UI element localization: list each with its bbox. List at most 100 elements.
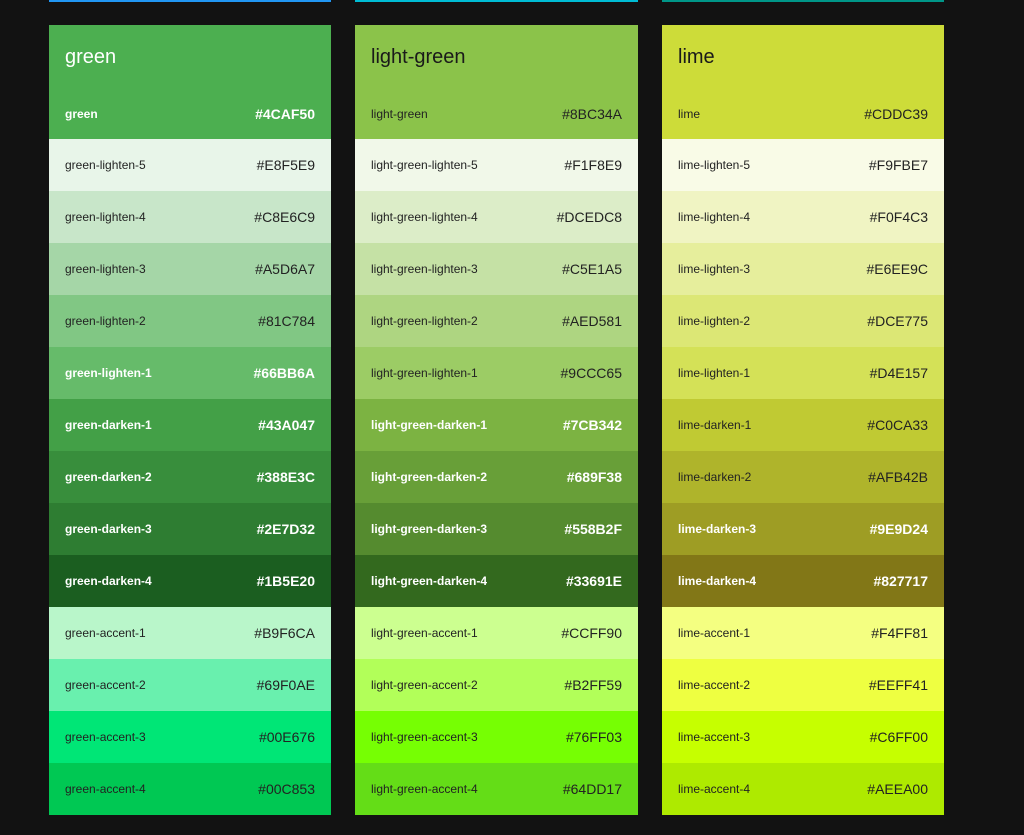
color-swatch-row[interactable]: green-accent-2 #69F0AE <box>49 659 331 711</box>
color-name: green-accent-2 <box>65 678 146 692</box>
color-name: green-darken-3 <box>65 522 152 536</box>
color-swatch-row[interactable]: green-lighten-2 #81C784 <box>49 295 331 347</box>
color-swatch-row[interactable]: light-green-accent-1 #CCFF90 <box>355 607 638 659</box>
color-swatch-row[interactable]: light-green #8BC34A <box>355 89 638 139</box>
color-name: lime-darken-4 <box>678 574 757 588</box>
color-name: light-green-lighten-1 <box>371 366 478 380</box>
color-swatch-row[interactable]: lime-darken-2 #AFB42B <box>662 451 944 503</box>
color-hex-value: #AFB42B <box>868 469 928 485</box>
color-swatch-row[interactable]: lime-accent-4 #AEEA00 <box>662 763 944 815</box>
color-hex-value: #DCEDC8 <box>556 209 622 225</box>
color-swatch-row[interactable]: lime #CDDC39 <box>662 89 944 139</box>
color-hex-value: #7CB342 <box>562 417 622 433</box>
color-swatch-row[interactable]: lime-accent-1 #F4FF81 <box>662 607 944 659</box>
color-hex-value: #81C784 <box>258 313 315 329</box>
color-swatch-row[interactable]: green-lighten-5 #E8F5E9 <box>49 139 331 191</box>
color-swatch-row[interactable]: light-green-lighten-3 #C5E1A5 <box>355 243 638 295</box>
color-hex-value: #689F38 <box>566 469 622 485</box>
color-name: green-darken-1 <box>65 418 152 432</box>
color-hex-value: #AEEA00 <box>867 781 928 797</box>
color-name: lime-lighten-4 <box>678 210 751 224</box>
color-swatch-row[interactable]: lime-lighten-4 #F0F4C3 <box>662 191 944 243</box>
color-hex-value: #C8E6C9 <box>254 209 315 225</box>
color-swatch-row[interactable]: green-darken-3 #2E7D32 <box>49 503 331 555</box>
color-hex-value: #C5E1A5 <box>562 261 622 277</box>
color-hex-value: #66BB6A <box>253 365 315 381</box>
color-name: light-green-accent-3 <box>371 730 478 744</box>
color-name: lime-lighten-5 <box>678 158 751 172</box>
color-hex-value: #9CCC65 <box>560 365 622 381</box>
color-hex-value: #F0F4C3 <box>869 209 928 225</box>
color-swatch-row[interactable]: green-darken-1 #43A047 <box>49 399 331 451</box>
color-name: green-darken-4 <box>65 574 152 588</box>
color-name: light-green-lighten-2 <box>371 314 478 328</box>
color-swatch-row[interactable]: lime-lighten-1 #D4E157 <box>662 347 944 399</box>
color-hex-value: #2E7D32 <box>256 521 315 537</box>
palette-title: light-green <box>355 25 638 89</box>
color-swatch-row[interactable]: light-green-darken-4 #33691E <box>355 555 638 607</box>
color-name: green-lighten-2 <box>65 314 146 328</box>
color-hex-value: #B2FF59 <box>564 677 622 693</box>
color-name: light-green-lighten-5 <box>371 158 478 172</box>
color-swatch-row[interactable]: green-accent-1 #B9F6CA <box>49 607 331 659</box>
color-hex-value: #D4E157 <box>869 365 928 381</box>
color-name: lime-accent-4 <box>678 782 751 796</box>
color-swatch-row[interactable]: lime-lighten-2 #DCE775 <box>662 295 944 347</box>
color-hex-value: #33691E <box>565 573 622 589</box>
palette-title: green <box>49 25 331 89</box>
color-swatch-row[interactable]: light-green-darken-2 #689F38 <box>355 451 638 503</box>
color-swatch-row[interactable]: light-green-accent-4 #64DD17 <box>355 763 638 815</box>
color-name: light-green <box>371 107 428 121</box>
color-swatch-row[interactable]: light-green-lighten-5 #F1F8E9 <box>355 139 638 191</box>
color-swatch-row[interactable]: light-green-accent-3 #76FF03 <box>355 711 638 763</box>
color-swatch-row[interactable]: green-lighten-3 #A5D6A7 <box>49 243 331 295</box>
color-hex-value: #827717 <box>873 573 928 589</box>
color-swatch-row[interactable]: lime-darken-3 #9E9D24 <box>662 503 944 555</box>
palette-card-green: green green #4CAF50 green-lighten-5 #E8F5E9 g… <box>49 25 331 815</box>
color-swatch-row[interactable]: light-green-lighten-2 #AED581 <box>355 295 638 347</box>
color-hex-value: #CDDC39 <box>864 106 928 122</box>
color-swatch-row[interactable]: green #4CAF50 <box>49 89 331 139</box>
color-swatch-row[interactable]: lime-darken-1 #C0CA33 <box>662 399 944 451</box>
color-swatch-row[interactable]: lime-darken-4 #827717 <box>662 555 944 607</box>
color-name: green-accent-4 <box>65 782 146 796</box>
color-name: lime-accent-1 <box>678 626 751 640</box>
color-name: green-lighten-4 <box>65 210 146 224</box>
color-name: light-green-darken-3 <box>371 522 488 536</box>
palette-edge-strip <box>662 0 944 2</box>
color-swatch-row[interactable]: green-darken-2 #388E3C <box>49 451 331 503</box>
color-hex-value: #76FF03 <box>565 729 622 745</box>
color-hex-value: #69F0AE <box>256 677 315 693</box>
color-hex-value: #AED581 <box>562 313 622 329</box>
color-swatch-row[interactable]: light-green-accent-2 #B2FF59 <box>355 659 638 711</box>
color-swatch-row[interactable]: lime-accent-2 #EEFF41 <box>662 659 944 711</box>
color-hex-value: #A5D6A7 <box>255 261 315 277</box>
color-hex-value: #9E9D24 <box>869 521 928 537</box>
color-swatch-row[interactable]: light-green-lighten-1 #9CCC65 <box>355 347 638 399</box>
color-swatch-row[interactable]: light-green-darken-3 #558B2F <box>355 503 638 555</box>
color-swatch-row[interactable]: lime-lighten-5 #F9FBE7 <box>662 139 944 191</box>
color-name: lime-accent-3 <box>678 730 751 744</box>
color-swatch-row[interactable]: light-green-lighten-4 #DCEDC8 <box>355 191 638 243</box>
color-hex-value: #4CAF50 <box>255 106 315 122</box>
color-swatch-row[interactable]: green-accent-3 #00E676 <box>49 711 331 763</box>
color-swatch-row[interactable]: green-lighten-4 #C8E6C9 <box>49 191 331 243</box>
color-hex-value: #558B2F <box>564 521 622 537</box>
color-name: light-green-darken-2 <box>371 470 488 484</box>
color-swatch-row[interactable]: lime-accent-3 #C6FF00 <box>662 711 944 763</box>
color-name: lime-darken-2 <box>678 470 752 484</box>
color-hex-value: #8BC34A <box>562 106 622 122</box>
color-name: green-lighten-5 <box>65 158 146 172</box>
color-name: lime <box>678 107 701 121</box>
color-hex-value: #C0CA33 <box>867 417 928 433</box>
color-hex-value: #E8F5E9 <box>256 157 315 173</box>
color-swatch-row[interactable]: green-darken-4 #1B5E20 <box>49 555 331 607</box>
color-name: light-green-accent-4 <box>371 782 478 796</box>
color-hex-value: #B9F6CA <box>254 625 315 641</box>
color-hex-value: #1B5E20 <box>256 573 315 589</box>
color-swatch-row[interactable]: lime-lighten-3 #E6EE9C <box>662 243 944 295</box>
color-swatch-row[interactable]: light-green-darken-1 #7CB342 <box>355 399 638 451</box>
color-hex-value: #C6FF00 <box>869 729 928 745</box>
color-swatch-row[interactable]: green-accent-4 #00C853 <box>49 763 331 815</box>
color-swatch-row[interactable]: green-lighten-1 #66BB6A <box>49 347 331 399</box>
